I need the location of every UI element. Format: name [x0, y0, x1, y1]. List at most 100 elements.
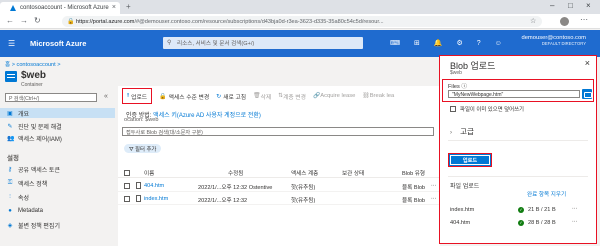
add-filter-label: 필터 추가 — [135, 147, 157, 153]
window-close-icon[interactable]: × — [586, 1, 591, 10]
upload-button[interactable]: ⭱ 업로드 — [122, 88, 153, 104]
browser-tab[interactable]: contosoaccount - Microsoft Azure × — [0, 2, 120, 14]
row-checkbox[interactable] — [124, 196, 130, 202]
sidebar-item-label: 속성 — [18, 195, 30, 202]
divider — [448, 140, 588, 141]
table-row[interactable]: index.htm 2022/1/...오후 12:32 핫(유추됨) 블록 B… — [118, 194, 440, 205]
minimize-icon[interactable]: – — [550, 1, 554, 10]
profile-avatar[interactable] — [560, 17, 569, 26]
url-field[interactable]: 🔒 https://portal.azure.com/#@demouser.co… — [62, 16, 542, 27]
select-all-checkbox[interactable] — [124, 170, 130, 176]
url-path: /#@demouser.contoso.com/resource/subscri… — [134, 18, 384, 25]
key-icon: ⚷ — [7, 166, 13, 173]
new-tab-icon[interactable]: + — [126, 2, 131, 11]
blob-type: 블록 Blob — [402, 185, 426, 191]
refresh-button[interactable]: ↻ 새로 고침 — [216, 92, 246, 101]
sidebar-item-label: 액세스 정책 — [18, 181, 48, 188]
browser-tab-title: contosoaccount - Microsoft Azure — [20, 5, 109, 11]
table-row[interactable]: 404.htm 2022/1/...오후 12:32 Ostentive 핫(유… — [118, 181, 440, 192]
auth-method-value[interactable]: 액세스 키(Azure AD 사용자 계정으로 전환) — [153, 113, 261, 119]
hamburger-menu-icon[interactable]: ☰ — [8, 39, 15, 48]
container-content: ⭱ 업로드 🔒 액세스 수준 변경 ↻ 새로 고침 🗑 삭제 ⇅ 계층 변경 🔗… — [118, 86, 440, 246]
azure-header: ☰ Microsoft Azure ⚲ 리소스, 서비스 및 문서 검색(G+/… — [0, 30, 600, 57]
sidebar-item-iam[interactable]: 👥 액세스 제어(IAM) — [0, 133, 115, 143]
check-success-icon: ✓ — [518, 220, 524, 226]
location-label: ocation: $web — [124, 117, 159, 123]
blob-search-input[interactable]: 접두사로 Blob 검색(대/소문자 구분) — [122, 127, 434, 136]
tab-close-icon[interactable]: × — [112, 4, 116, 11]
upload-item-name: index.htm — [450, 207, 475, 213]
overview-icon: ▣ — [7, 110, 13, 117]
upload-item-more-icon[interactable]: ⋯ — [572, 206, 578, 212]
break-lease-button[interactable]: ⛓ Break lea — [362, 93, 394, 99]
acquire-lease-button[interactable]: 🔗 Acquire lease — [313, 93, 355, 99]
advanced-section-toggle[interactable]: › 고급 — [450, 126, 474, 137]
delete-label: 삭제 — [260, 94, 272, 101]
bookmark-star-icon[interactable]: ☆ — [530, 17, 536, 25]
files-input-value: "MyNewWebpage.htm" — [452, 91, 504, 98]
header-icons[interactable]: ⌨ ⊞ 🔔 ⚙ ? ☺ — [390, 39, 508, 47]
break-lease-label: Break lea — [369, 93, 395, 99]
maximize-icon[interactable]: □ — [568, 1, 573, 10]
add-filter-button[interactable]: ⛛ 필터 추가 — [124, 144, 162, 153]
sidebar-item-access-policy[interactable]: ⚿ 액세스 정책 — [0, 178, 115, 188]
change-tier-button[interactable]: ⇅ 계층 변경 — [278, 92, 306, 101]
acquire-lease-label: Acquire lease — [320, 93, 356, 99]
azure-search-placeholder: 리소스, 서비스 및 문서 검색(G+/) — [177, 41, 255, 47]
overwrite-checkbox[interactable] — [450, 106, 456, 112]
sidebar-item-diagnose[interactable]: ✎ 진단 및 문제 해결 — [0, 121, 115, 131]
table-header: 이름 수정됨 액세스 계층 보관 상태 Blob 유형 — [118, 168, 440, 178]
delete-button[interactable]: 🗑 삭제 — [253, 92, 271, 101]
browser-menu-icon[interactable]: ⋯ — [580, 15, 588, 24]
row-more-icon[interactable]: ⋯ — [431, 196, 437, 202]
column-name[interactable]: 이름 — [144, 169, 154, 177]
back-icon[interactable]: ← — [6, 16, 14, 25]
sidebar-item-sas[interactable]: ⚷ 공유 액세스 토큰 — [0, 164, 115, 174]
upload-submit-button[interactable]: 업로드 — [448, 153, 492, 167]
divider — [448, 176, 588, 177]
collapse-sidebar-icon[interactable]: « — [104, 93, 108, 100]
upload-item-more-icon[interactable]: ⋯ — [572, 219, 578, 225]
azure-brand[interactable]: Microsoft Azure — [30, 39, 86, 48]
clear-completed-link[interactable]: 완료 항목 지우기 — [527, 190, 566, 198]
user-directory: DEFAULT DIRECTORY — [541, 41, 586, 46]
sidebar-search-input[interactable]: P 검색(Ctrl+/) — [5, 93, 97, 102]
delete-icon: 🗑 — [253, 93, 261, 99]
lease-icon: 🔗 — [312, 93, 321, 99]
blob-name[interactable]: 404.htm — [144, 183, 164, 189]
sidebar-item-immutability[interactable]: ◈ 불변 정책 편집기 — [0, 220, 115, 230]
lock-icon: 🔒 — [67, 19, 75, 25]
sidebar-item-label: 개요 — [18, 111, 30, 118]
immutability-icon: ◈ — [7, 222, 13, 229]
overwrite-option[interactable]: 파일이 이미 있으면 덮어쓰기 — [450, 105, 524, 113]
user-account[interactable]: demouser@contoso.com DEFAULT DIRECTORY — [521, 35, 586, 46]
column-type[interactable]: Blob 유형 — [402, 169, 425, 177]
refresh-icon: ↻ — [216, 93, 222, 100]
page-title: $web — [21, 70, 47, 81]
azure-favicon-icon — [10, 5, 16, 11]
sidebar-item-metadata[interactable]: ● Metadata — [0, 206, 115, 216]
sidebar-item-properties[interactable]: ⫶ 속성 — [0, 192, 115, 202]
breadcrumb[interactable]: 홈 > contosoaccount > — [5, 60, 61, 68]
forward-icon[interactable]: → — [20, 16, 28, 25]
row-more-icon[interactable]: ⋯ — [431, 183, 437, 189]
azure-search-input[interactable]: ⚲ 리소스, 서비스 및 문서 검색(G+/) — [163, 37, 363, 49]
search-icon: ⚲ — [167, 40, 172, 46]
sidebar-item-label: Metadata — [18, 208, 44, 214]
row-checkbox[interactable] — [124, 183, 130, 189]
browse-folder-icon[interactable] — [582, 89, 592, 99]
column-tier[interactable]: 액세스 계층 — [291, 169, 318, 177]
column-modified[interactable]: 수정됨 — [228, 169, 243, 177]
blob-type: 블록 Blob — [402, 198, 426, 204]
url-host: https://portal.azure.com — [76, 18, 135, 25]
blob-name[interactable]: index.htm — [144, 196, 168, 202]
change-access-level-button[interactable]: 🔒 액세스 수준 변경 — [159, 92, 209, 101]
reload-icon[interactable]: ↻ — [34, 16, 41, 25]
lock-icon: 🔒 — [159, 93, 167, 100]
blob-tier: 핫(유추됨) — [291, 198, 316, 204]
files-input[interactable]: "MyNewWebpage.htm" — [448, 90, 580, 98]
panel-close-icon[interactable]: × — [585, 58, 590, 68]
column-archive[interactable]: 보관 상태 — [342, 169, 364, 177]
upload-item-name: 404.htm — [450, 220, 471, 226]
sidebar-item-overview[interactable]: ▣ 개요 — [0, 108, 115, 118]
